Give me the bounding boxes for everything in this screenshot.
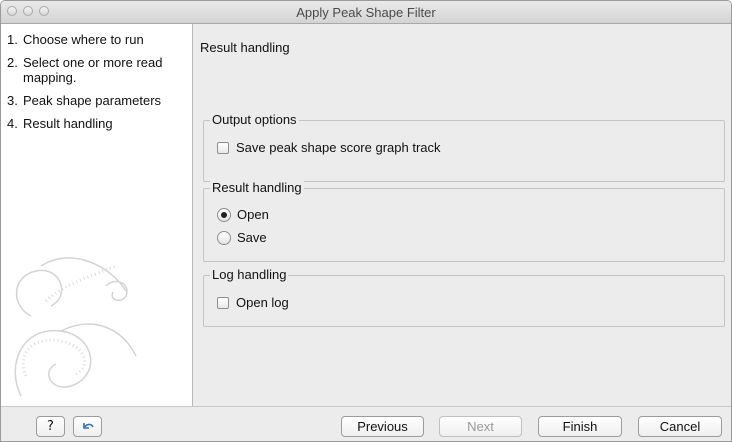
dialog-window: Apply Peak Shape Filter 1. Choose where …	[0, 0, 732, 442]
save-radio[interactable]	[217, 230, 231, 245]
previous-button[interactable]: Previous	[341, 416, 424, 437]
log-handling-group: Log handling Open log	[203, 267, 725, 327]
log-handling-legend: Log handling	[210, 267, 289, 282]
step-select-read-mapping: 2. Select one or more read mapping.	[7, 55, 192, 85]
step-label: Result handling	[23, 116, 113, 131]
reset-button[interactable]	[73, 416, 102, 437]
open-log-option[interactable]: Open log	[217, 295, 289, 310]
open-radio[interactable]	[217, 207, 231, 222]
main-panel: Result handling Output options Save peak…	[193, 24, 731, 406]
step-number: 4.	[7, 116, 18, 131]
open-log-label: Open log	[236, 295, 289, 310]
step-peak-shape-parameters: 3. Peak shape parameters	[7, 93, 192, 108]
steps-list: 1. Choose where to run 2. Select one or …	[1, 24, 192, 131]
step-result-handling: 4. Result handling	[7, 116, 192, 131]
output-options-legend: Output options	[210, 112, 299, 127]
save-label: Save	[237, 230, 267, 245]
wizard-steps-sidebar: 1. Choose where to run 2. Select one or …	[1, 24, 193, 406]
step-number: 2.	[7, 55, 18, 70]
open-option[interactable]: Open	[217, 207, 269, 222]
reset-arrow-icon	[82, 423, 94, 429]
save-graph-track-label: Save peak shape score graph track	[236, 140, 441, 155]
save-graph-track-checkbox[interactable]	[217, 141, 229, 154]
save-option[interactable]: Save	[217, 230, 267, 245]
finish-button[interactable]: Finish	[538, 416, 622, 437]
step-number: 1.	[7, 32, 18, 47]
step-label: Select one or more read mapping.	[23, 55, 163, 85]
title-bar: Apply Peak Shape Filter	[1, 1, 731, 24]
result-handling-group: Result handling Open Save	[203, 180, 725, 262]
step-choose-where-to-run: 1. Choose where to run	[7, 32, 192, 47]
button-bar: ? Previous Next Finish Cancel	[1, 406, 731, 441]
save-graph-track-option[interactable]: Save peak shape score graph track	[217, 140, 441, 155]
help-button[interactable]: ?	[36, 416, 65, 437]
step-label: Choose where to run	[23, 32, 144, 47]
next-button[interactable]: Next	[439, 416, 522, 437]
step-label: Peak shape parameters	[23, 93, 162, 108]
panel-title: Result handling	[200, 40, 290, 55]
cancel-button[interactable]: Cancel	[638, 416, 722, 437]
open-label: Open	[237, 207, 269, 222]
step-number: 3.	[7, 93, 18, 108]
result-handling-legend: Result handling	[210, 180, 304, 195]
open-log-checkbox[interactable]	[217, 296, 229, 309]
decorative-swirl-icon	[14, 257, 137, 397]
output-options-group: Output options Save peak shape score gra…	[203, 112, 725, 182]
window-title: Apply Peak Shape Filter	[296, 5, 436, 20]
